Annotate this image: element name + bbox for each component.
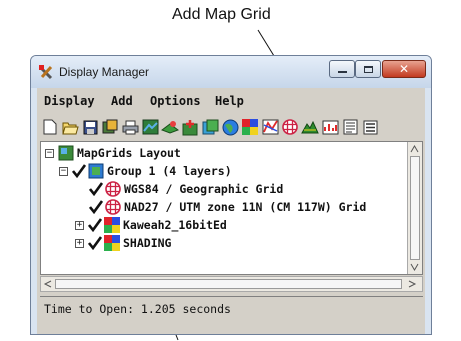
menu-add[interactable]: Add: [111, 94, 133, 108]
display-manager-window: Display Manager ✕ Display Add Options He…: [30, 55, 432, 335]
minimize-button[interactable]: [329, 60, 355, 78]
horizontal-scrollbar[interactable]: [40, 276, 423, 292]
app-icon: [38, 65, 53, 80]
checkmark-icon[interactable]: [89, 200, 103, 214]
tree-item-layer[interactable]: WGS84 / Geographic Grid: [89, 180, 283, 198]
menu-options[interactable]: Options: [150, 94, 201, 108]
client-area: Display Add Options Help − MapGrids Layo…: [37, 88, 425, 334]
add-group-icon[interactable]: [201, 118, 219, 136]
tree-item-label: MapGrids Layout: [77, 146, 181, 160]
add-map-grid-icon[interactable]: [281, 118, 299, 136]
save-icon[interactable]: [81, 118, 99, 136]
add-raster-icon[interactable]: [241, 118, 259, 136]
close-button[interactable]: ✕: [382, 60, 426, 78]
layout-icon: [58, 145, 74, 161]
scroll-down-icon[interactable]: [408, 261, 421, 273]
add-vector-icon[interactable]: [261, 118, 279, 136]
group-icon: [88, 163, 104, 179]
raster-icon: [104, 235, 120, 251]
map-grid-icon: [105, 199, 121, 215]
expand-icon[interactable]: +: [75, 238, 84, 248]
collapse-icon[interactable]: −: [45, 148, 54, 158]
tree-item-label: Kaweah2_16bitEd: [123, 218, 227, 232]
map-grid-icon: [105, 181, 121, 197]
tree-item-label: SHADING: [123, 236, 172, 250]
view-icon[interactable]: [141, 118, 159, 136]
add-layout-icon[interactable]: [181, 118, 199, 136]
scroll-right-icon[interactable]: [406, 278, 418, 290]
callout-label-add-map-grid: Add Map Grid: [172, 6, 271, 23]
add-layer-icon[interactable]: [161, 118, 179, 136]
menu-help[interactable]: Help: [215, 94, 244, 108]
status-bar: Time to Open: 1.205 seconds: [40, 296, 423, 320]
add-chart-icon[interactable]: [321, 118, 339, 136]
checkmark-icon[interactable]: [89, 182, 103, 196]
properties-icon[interactable]: [341, 118, 359, 136]
vertical-scroll-thumb[interactable]: [410, 156, 420, 260]
toolbar: [37, 115, 425, 139]
maximize-button[interactable]: [355, 60, 381, 78]
menu-display[interactable]: Display: [44, 94, 95, 108]
minimize-icon: [337, 71, 347, 73]
tree-item-label: NAD27 / UTM zone 11N (CM 117W) Grid: [124, 200, 367, 214]
collapse-icon[interactable]: −: [59, 166, 68, 176]
tree-item-label: WGS84 / Geographic Grid: [124, 182, 284, 196]
save-as-icon[interactable]: [101, 118, 119, 136]
new-icon[interactable]: [41, 118, 59, 136]
checkmark-icon[interactable]: [88, 236, 102, 250]
tree-item-group[interactable]: − Group 1 (4 layers): [59, 162, 232, 180]
title-bar[interactable]: Display Manager ✕: [31, 56, 431, 88]
menu-bar: Display Add Options Help: [37, 88, 425, 114]
expand-icon[interactable]: +: [75, 220, 84, 230]
window-title: Display Manager: [59, 65, 150, 79]
vertical-scrollbar[interactable]: [407, 142, 422, 274]
raster-icon: [104, 217, 120, 233]
close-icon: ✕: [398, 62, 410, 76]
open-icon[interactable]: [61, 118, 79, 136]
checkmark-icon[interactable]: [88, 218, 102, 232]
status-text: Time to Open: 1.205 seconds: [44, 301, 231, 316]
maximize-icon: [363, 65, 373, 73]
tree-item-layout[interactable]: − MapGrids Layout: [45, 144, 181, 162]
scroll-left-icon[interactable]: [42, 278, 54, 290]
horizontal-scroll-thumb[interactable]: [55, 279, 402, 289]
layer-tree: − MapGrids Layout − Group 1 (4 layers) W…: [40, 141, 423, 275]
checkmark-icon[interactable]: [72, 164, 86, 178]
print-icon[interactable]: [121, 118, 139, 136]
tree-item-layer[interactable]: NAD27 / UTM zone 11N (CM 117W) Grid: [89, 198, 366, 216]
tree-item-layer[interactable]: + SHADING: [75, 234, 171, 252]
scroll-up-icon[interactable]: [408, 143, 421, 155]
add-globe-icon[interactable]: [221, 118, 239, 136]
tree-item-label: Group 1 (4 layers): [107, 164, 232, 178]
list-icon[interactable]: [361, 118, 379, 136]
add-terrain-icon[interactable]: [301, 118, 319, 136]
tree-item-layer[interactable]: + Kaweah2_16bitEd: [75, 216, 227, 234]
